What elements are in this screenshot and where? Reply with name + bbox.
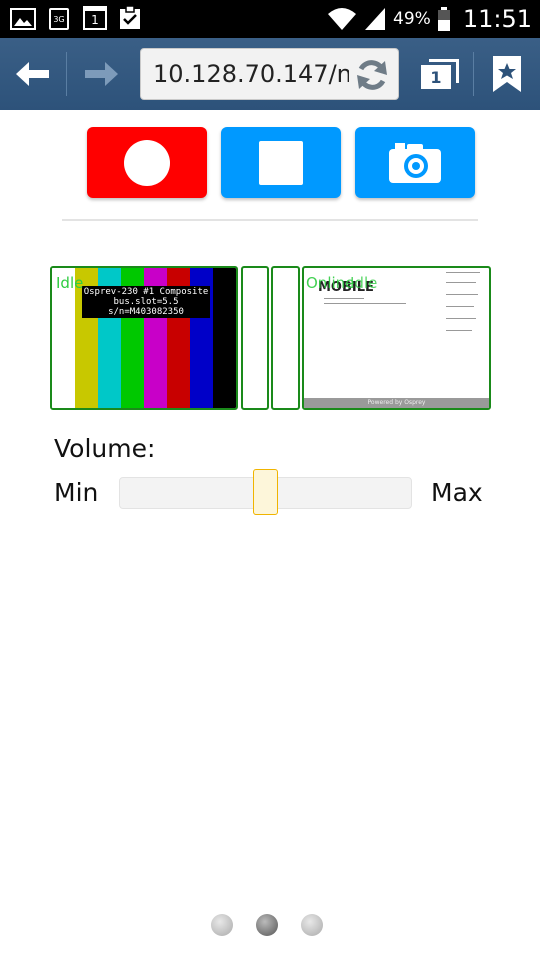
doc-text-line xyxy=(324,303,406,304)
color-bar xyxy=(213,268,236,408)
doc-text-line xyxy=(446,318,476,319)
tabs-button[interactable]: 1 xyxy=(410,38,470,110)
status-right: 49% 11:51 xyxy=(327,0,540,38)
page-dot[interactable] xyxy=(256,914,278,936)
source-thumbnail-4[interactable]: MOBILE Online Idle Powered by Osprey xyxy=(302,266,491,410)
signal-icon xyxy=(365,8,386,30)
overlay-line: Osprev-230 #1 Composite xyxy=(83,287,209,297)
forward-button[interactable] xyxy=(67,38,135,110)
browser-toolbar: 10.128.70.147/n 1 xyxy=(0,38,540,110)
doc-footer: Powered by Osprey xyxy=(304,398,489,408)
clipboard-check-icon xyxy=(120,5,140,29)
clock: 11:51 xyxy=(462,5,532,33)
back-button[interactable] xyxy=(0,38,66,110)
doc-text-line xyxy=(446,306,474,307)
page-dot[interactable] xyxy=(301,914,323,936)
record-button[interactable] xyxy=(87,127,207,198)
snapshot-button[interactable] xyxy=(355,127,475,198)
3g-icon: 3G xyxy=(49,8,69,30)
page-dot[interactable] xyxy=(211,914,233,936)
source-status-label: Idle xyxy=(56,274,84,292)
overlay-line: s/n=M403082350 xyxy=(108,307,184,317)
status-bar: 3G 1 49% 11:51 xyxy=(0,0,540,38)
doc-text-line xyxy=(446,330,472,331)
battery-percent: 49% xyxy=(393,9,431,29)
divider xyxy=(62,219,478,221)
doc-text-line xyxy=(324,298,364,299)
volume-max-label: Max xyxy=(431,478,483,507)
gallery-icon xyxy=(10,8,36,30)
record-circle-icon xyxy=(124,139,170,186)
reload-icon[interactable] xyxy=(354,57,390,93)
3g-label: 3G xyxy=(53,14,65,24)
source-status-label-overlay: Idle xyxy=(350,274,378,292)
forward-arrow-icon xyxy=(85,62,118,86)
bookmark-button[interactable] xyxy=(474,38,540,110)
source-thumbnail-3[interactable] xyxy=(271,266,300,410)
source-status-label: Online xyxy=(306,274,355,292)
overlay-line: bus.slot=5.5 xyxy=(113,297,179,307)
doc-text-line xyxy=(446,282,476,283)
volume-slider-handle[interactable] xyxy=(253,469,278,515)
stop-square-icon xyxy=(259,140,303,185)
volume-min-label: Min xyxy=(54,478,99,507)
tab-count: 1 xyxy=(421,65,451,89)
wifi-icon xyxy=(328,8,357,30)
source-thumbnail-2[interactable] xyxy=(241,266,269,410)
camera-icon xyxy=(389,142,441,183)
bookmark-icon xyxy=(493,56,521,92)
url-bar[interactable]: 10.128.70.147/n xyxy=(140,48,399,100)
url-text[interactable]: 10.128.70.147/n xyxy=(153,60,349,88)
calendar-day: 1 xyxy=(91,12,99,27)
back-arrow-icon xyxy=(16,62,49,86)
calendar-icon: 1 xyxy=(83,6,107,30)
battery-icon xyxy=(437,7,450,31)
volume-label: Volume: xyxy=(54,434,156,463)
stop-button[interactable] xyxy=(221,127,341,198)
doc-text-line xyxy=(446,294,478,295)
doc-text-line xyxy=(446,272,480,273)
source-thumbnail-1[interactable]: Osprev-230 #1 Composite bus.slot=5.5 s/n… xyxy=(50,266,238,410)
tabs-icon: 1 xyxy=(421,59,459,89)
source-overlay-text: Osprev-230 #1 Composite bus.slot=5.5 s/n… xyxy=(82,286,210,318)
